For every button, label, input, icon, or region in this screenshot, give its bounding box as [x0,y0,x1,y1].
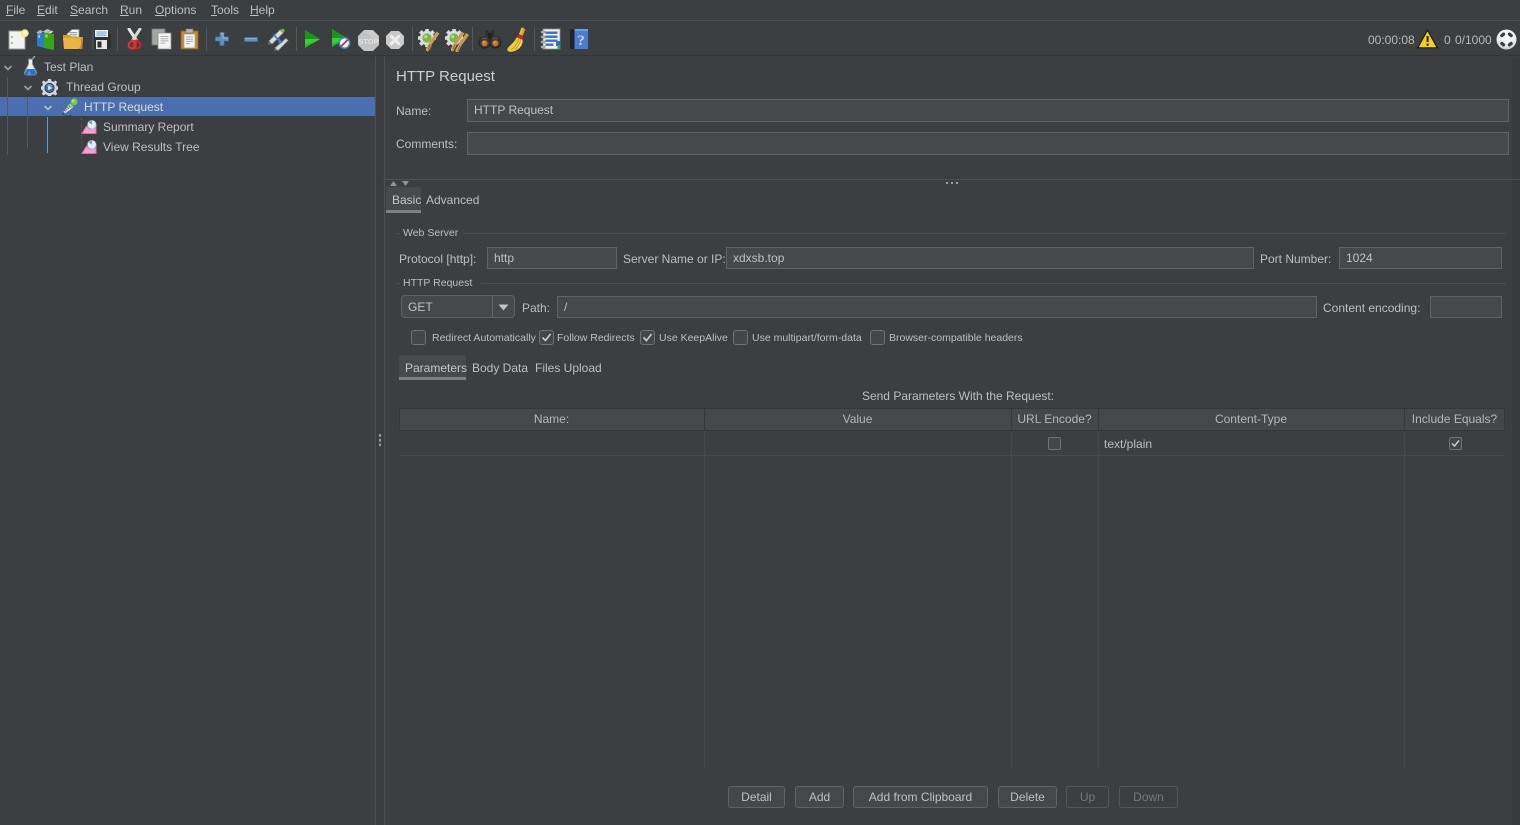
svg-text:?: ? [577,33,585,49]
svg-text:STOP: STOP [358,37,378,46]
